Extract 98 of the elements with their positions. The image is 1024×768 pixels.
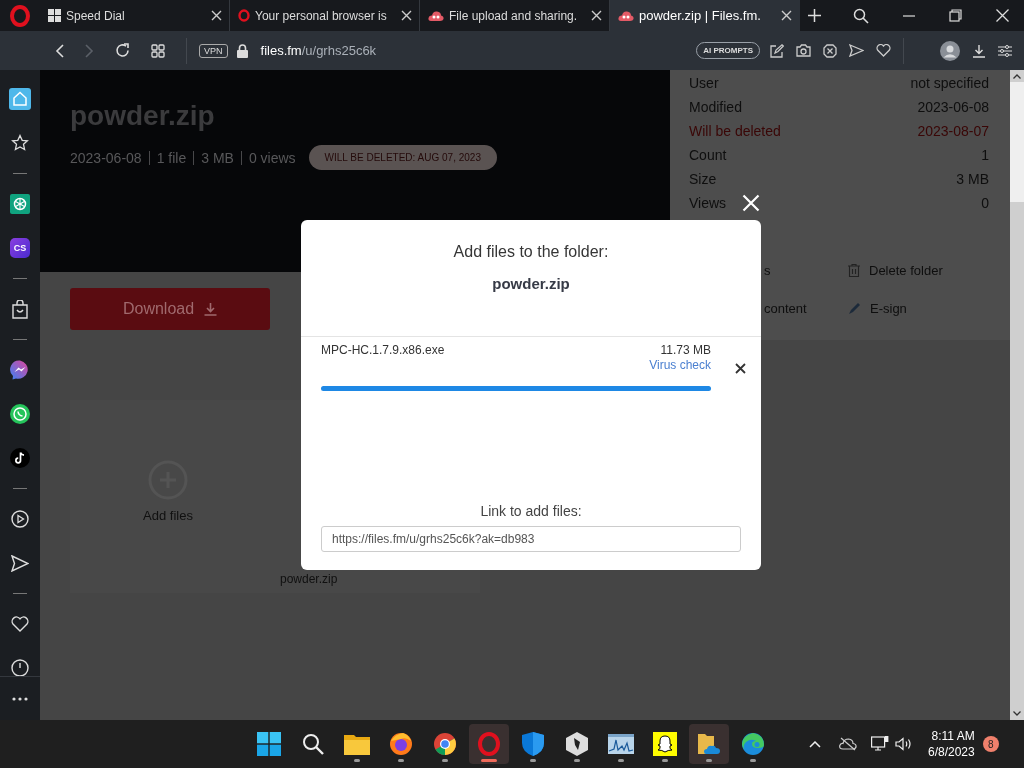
taskbar-app[interactable] (689, 724, 729, 764)
trash-icon (848, 263, 860, 277)
download-icon (204, 302, 218, 316)
detail-value: 1 (981, 147, 989, 163)
ghost-icon (653, 732, 677, 756)
detail-label: User (689, 75, 719, 91)
volume-icon[interactable] (895, 737, 912, 751)
send-icon[interactable] (849, 44, 864, 57)
tiles-icon[interactable] (151, 43, 165, 58)
cloud-icon (618, 9, 634, 22)
detail-label: Will be deleted (689, 123, 781, 139)
chart-window-icon (608, 734, 634, 754)
settings-icon[interactable] (998, 44, 1012, 57)
detail-label: Modified (689, 99, 742, 115)
folder-name: powder.zip (491, 274, 571, 294)
detail-value: not specified (910, 75, 989, 91)
vpn-badge[interactable]: VPN (199, 43, 228, 58)
folder-meta: 1 file (156, 149, 187, 166)
home-icon[interactable] (9, 88, 31, 110)
heart-icon[interactable] (876, 44, 891, 57)
deletion-badge: WILL BE DELETED: AUG 07, 2023 (308, 145, 497, 170)
tab-title: powder.zip | Files.fm. (639, 8, 762, 23)
dialog-title: Add files to the folder: (452, 242, 610, 262)
remove-icon[interactable] (735, 363, 746, 374)
close-icon[interactable] (401, 10, 412, 21)
detail-label: Count (689, 147, 727, 163)
camera-icon[interactable] (796, 44, 811, 57)
folder-meta: 0 views (248, 149, 296, 166)
reload-icon[interactable] (115, 43, 130, 58)
link-field[interactable]: https://files.fm/u/grhs25c6k?ak=db983 (321, 526, 741, 552)
plus-icon[interactable] (808, 9, 821, 22)
detail-value: 2023-08-07 (917, 123, 989, 139)
tab-title: Your personal browser is (255, 8, 388, 23)
scroll-down-icon[interactable] (1013, 711, 1021, 716)
network-icon[interactable] (871, 736, 889, 752)
edge-icon (741, 732, 765, 756)
chrome-icon (433, 732, 457, 756)
more-icon[interactable] (12, 696, 28, 701)
close-icon[interactable] (996, 9, 1009, 22)
folder-meta: 2023-06-08 (70, 149, 142, 166)
address-field[interactable]: files.fm/u/grhs25c6k (260, 43, 377, 58)
download-icon[interactable] (972, 43, 986, 58)
chatgpt-icon[interactable] (10, 194, 30, 214)
opera-icon (478, 732, 500, 756)
send-icon[interactable] (11, 554, 29, 572)
notification-badge[interactable]: 8 (982, 736, 999, 752)
firefox-icon (389, 732, 413, 756)
pen-icon (848, 301, 861, 315)
detail-value: 3 MB (956, 171, 989, 187)
upload-file-size: 11.73 MB (660, 343, 711, 357)
opera-logo-icon[interactable] (10, 4, 30, 27)
detail-label: Views (689, 195, 727, 211)
file-name: powder.zip (280, 572, 338, 586)
whatsapp-icon[interactable] (10, 404, 30, 424)
tab-title: File upload and sharing. (449, 8, 579, 23)
detail-value: 2023-06-08 (917, 99, 989, 115)
clock[interactable]: 8:11 AM 6/8/2023 (928, 728, 975, 760)
detail-label: Size (689, 171, 717, 187)
minimize-icon[interactable] (903, 14, 915, 17)
tab-title: Speed Dial (66, 8, 126, 23)
lock-icon[interactable] (236, 43, 248, 58)
close-icon[interactable] (591, 10, 602, 21)
avatar-icon[interactable] (940, 40, 960, 61)
windows-icon (257, 732, 281, 756)
restore-icon[interactable] (949, 9, 962, 22)
bag-icon[interactable] (12, 299, 28, 319)
opera-icon (238, 9, 250, 22)
cloud-icon (428, 9, 444, 22)
cloud-off-icon[interactable] (839, 737, 857, 751)
chevron-up-icon[interactable] (809, 740, 821, 748)
upload-file-name: MPC-HC.1.7.9.x86.exe (321, 343, 445, 357)
play-icon[interactable] (11, 510, 29, 528)
folder-icon (344, 733, 370, 755)
heart-icon[interactable] (11, 616, 29, 632)
app-icon[interactable]: CS (10, 238, 30, 258)
link-label: Link to add files: (479, 502, 583, 520)
tiktok-icon[interactable] (10, 448, 30, 468)
folder-meta: 3 MB (201, 149, 234, 166)
browser-tab[interactable]: powder.zip | Files.fm. (610, 0, 800, 31)
clock-icon[interactable] (11, 659, 29, 676)
detail-value: 0 (981, 195, 989, 211)
cube-icon (566, 732, 588, 756)
star-icon[interactable] (11, 134, 29, 152)
shield-icon (522, 732, 544, 756)
virus-check-link[interactable]: Virus check (649, 357, 711, 373)
search-icon (302, 733, 324, 755)
messenger-icon[interactable] (10, 360, 30, 380)
close-icon[interactable] (781, 10, 792, 21)
scroll-up-icon[interactable] (1013, 74, 1021, 79)
grid-icon (48, 9, 61, 22)
edit-icon[interactable] (770, 43, 784, 58)
close-icon[interactable] (211, 10, 222, 21)
back-icon[interactable] (55, 43, 64, 58)
search-icon[interactable] (853, 7, 869, 24)
folder-cloud-icon (698, 732, 720, 756)
block-icon[interactable] (823, 43, 837, 58)
scrollbar[interactable] (1010, 70, 1024, 720)
scrollbar-thumb[interactable] (1010, 82, 1024, 202)
